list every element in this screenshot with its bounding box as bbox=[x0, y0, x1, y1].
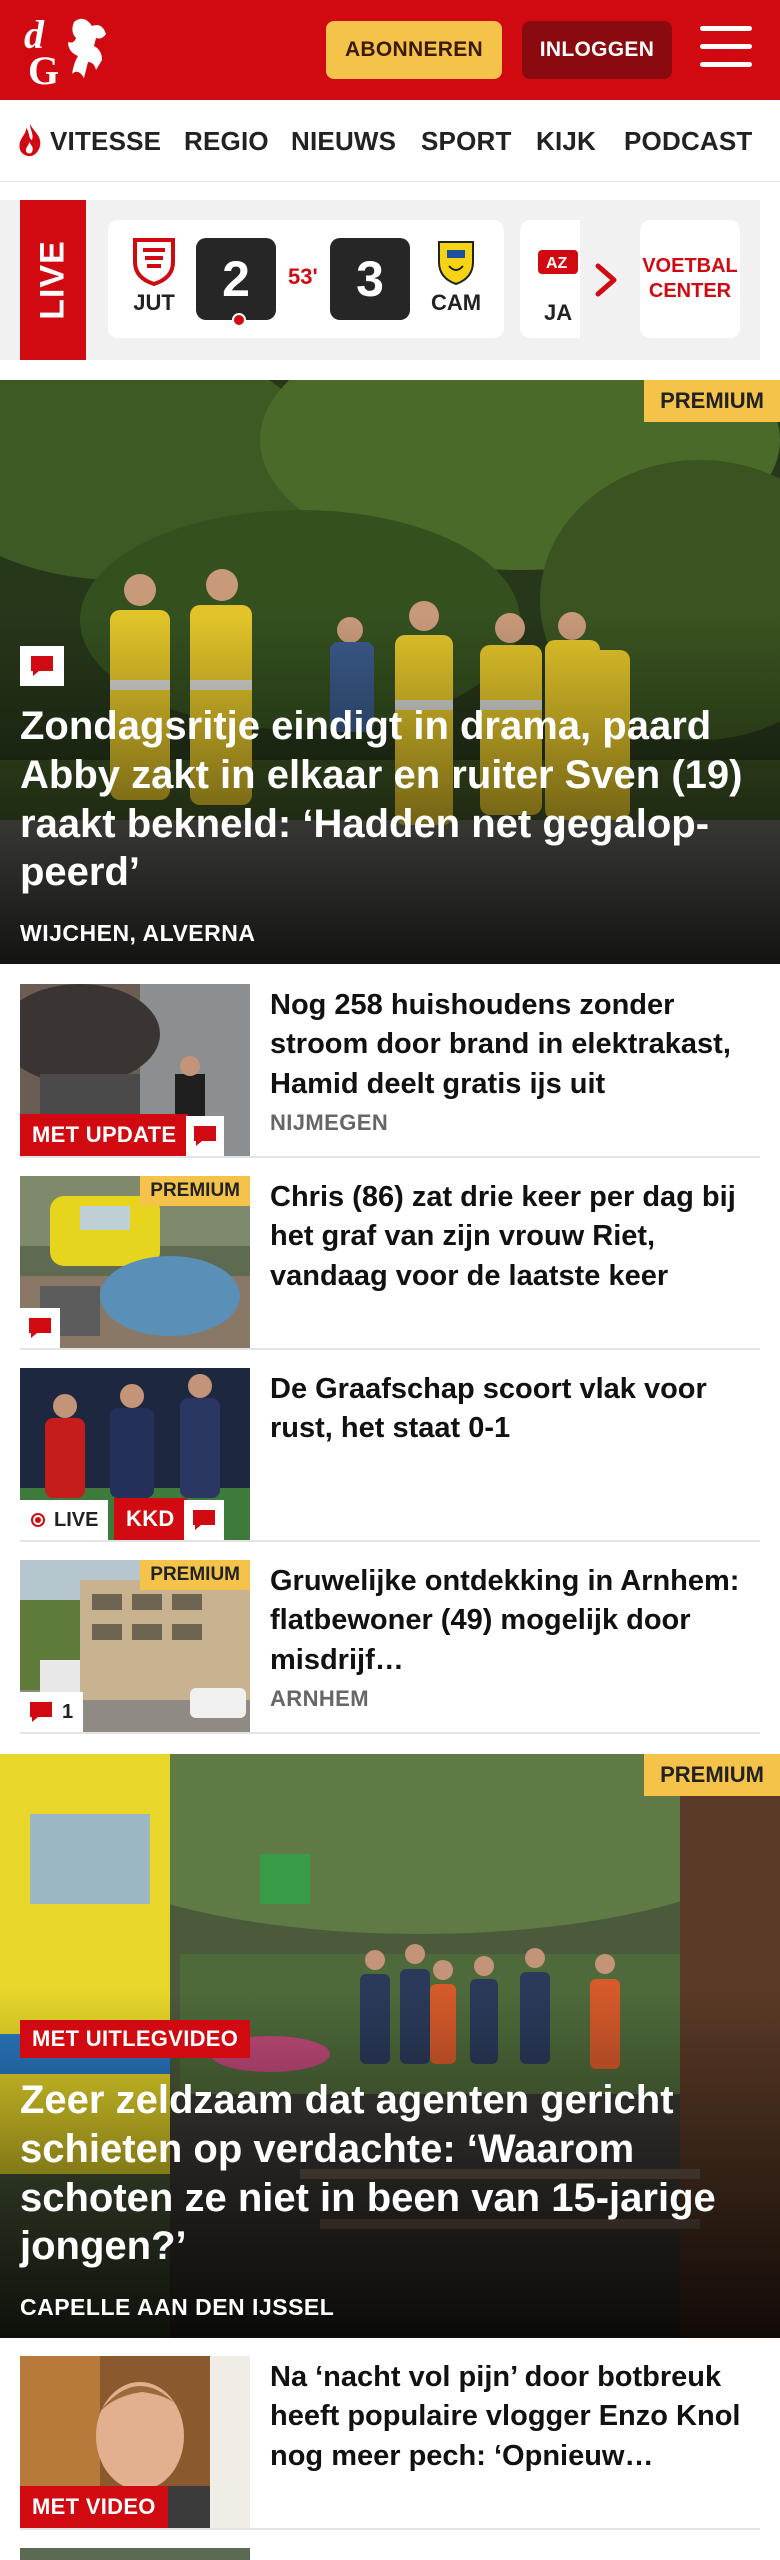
premium-badge: PREMIUM bbox=[140, 1176, 250, 1206]
comment-icon bbox=[30, 1702, 52, 1722]
possession-dot bbox=[232, 313, 246, 327]
nav-item-regio[interactable]: REGIO bbox=[184, 126, 269, 157]
premium-badge: PREMIUM bbox=[644, 1754, 780, 1796]
flame-icon bbox=[19, 124, 41, 157]
menu-icon[interactable] bbox=[700, 26, 752, 72]
list-item[interactable]: PREMIUM Chris (86) zat drie keer per dag… bbox=[20, 1176, 760, 1350]
next-team-abbr: JA bbox=[544, 300, 573, 325]
comment-icon bbox=[186, 1116, 224, 1156]
update-badge: MET UPDATE bbox=[20, 1114, 189, 1156]
svg-text:G: G bbox=[28, 48, 59, 88]
video-badge: MET VIDEO bbox=[20, 2486, 168, 2528]
subscribe-button[interactable]: ABONNEREN bbox=[326, 21, 502, 79]
main-navigation: VITESSE REGIO NIEUWS SPORT KIJK PODCAST bbox=[0, 100, 780, 182]
cambuur-crest-icon bbox=[438, 241, 474, 286]
comment-icon bbox=[184, 1500, 224, 1540]
nav-item-kijk[interactable]: KIJK bbox=[536, 126, 596, 157]
nav-item-podcast[interactable]: PODCAST bbox=[624, 126, 753, 157]
hero-1-location: WIJCHEN, ALVERNA bbox=[20, 920, 256, 946]
site-logo[interactable]: d G bbox=[22, 12, 118, 93]
next-match-card[interactable]: AZ JA bbox=[520, 220, 580, 338]
premium-badge: PREMIUM bbox=[140, 1560, 250, 1590]
list-item[interactable]: PREMIUM 1 Gruwelijke ontdekking in Arnhe… bbox=[20, 1560, 760, 1734]
comment-count: 1 bbox=[20, 1692, 84, 1732]
hero-2-location: CAPELLE AAN DEN IJSSEL bbox=[20, 2294, 335, 2320]
article-headline[interactable]: Gruwelijke ontdekking in Arnhem: flatbew… bbox=[270, 1562, 760, 1680]
hero-article-2[interactable]: PREMIUM MET UITLEGVIDEO Zeer zeldzaam da… bbox=[0, 1754, 780, 2338]
nav-item-nieuws[interactable]: NIEUWS bbox=[291, 126, 396, 157]
premium-badge: PREMIUM bbox=[644, 380, 780, 422]
list-item[interactable]: MET UPDATE Nog 258 huishoudens zonder st… bbox=[20, 984, 760, 1158]
article-location: ARNHEM bbox=[270, 1686, 369, 1711]
live-score-bar: LIVE JUT 2 53' 3 CAM AZ JA VOETBAL CENTE… bbox=[0, 200, 760, 360]
list-item[interactable]: MET VIDEO Na ‘nacht vol pijn’ door botbr… bbox=[20, 2356, 760, 2530]
kkd-badge: KKD bbox=[114, 1498, 187, 1540]
home-score: 2 bbox=[196, 238, 276, 327]
nav-item-sport[interactable]: SPORT bbox=[421, 126, 512, 157]
login-button[interactable]: INLOGGEN bbox=[522, 21, 672, 79]
site-header: d G ABONNEREN INLOGGEN bbox=[0, 0, 780, 100]
article-thumbnail: MET UPDATE bbox=[20, 984, 250, 1156]
article-thumbnail: MET VIDEO bbox=[20, 2356, 250, 2528]
article-headline[interactable]: De Graafschap scoort vlak voor rust, het… bbox=[270, 1370, 760, 1449]
hero-1-headline[interactable]: Zondagsritje eindigt in drama, paard Abb… bbox=[20, 702, 760, 897]
away-team: CAM bbox=[424, 236, 488, 316]
jong-twente-crest-icon bbox=[133, 238, 175, 286]
article-headline[interactable]: Chris (86) zat drie keer per dag bij het… bbox=[270, 1178, 760, 1296]
hero-2-headline[interactable]: Zeer zeldzaam dat agenten gericht schiet… bbox=[20, 2076, 760, 2271]
home-team: JUT bbox=[122, 236, 186, 316]
live-dot-icon bbox=[31, 1513, 45, 1527]
live-indicator: LIVE bbox=[20, 1500, 109, 1540]
svg-text:AZ: AZ bbox=[546, 255, 568, 272]
article-thumbnail: LIVE KKD bbox=[20, 1368, 250, 1540]
match-card[interactable]: JUT 2 53' 3 CAM bbox=[108, 220, 504, 338]
video-badge: MET UITLEGVIDEO bbox=[20, 2020, 251, 2058]
article-thumbnail: PREMIUM 1 bbox=[20, 1560, 250, 1732]
nav-item-vitesse[interactable]: VITESSE bbox=[50, 126, 161, 157]
match-minute: 53' bbox=[288, 264, 318, 289]
az-crest-icon: AZ bbox=[538, 250, 578, 274]
comment-icon bbox=[20, 1308, 60, 1348]
article-headline[interactable]: Nog 258 huishoudens zonder stroom door b… bbox=[270, 986, 760, 1104]
article-thumbnail: PREMIUM bbox=[20, 1176, 250, 1348]
next-article-thumbnail bbox=[20, 2548, 250, 2560]
hero-article-1[interactable]: PREMIUM Zondagsritje eindigt in drama, p… bbox=[0, 380, 780, 964]
voetbal-center-button[interactable]: VOETBAL CENTER bbox=[640, 220, 740, 338]
list-item[interactable]: LIVE KKD De Graafschap scoort vlak voor … bbox=[20, 1368, 760, 1542]
away-score: 3 bbox=[330, 238, 410, 320]
live-label: LIVE bbox=[20, 200, 86, 360]
article-location: NIJMEGEN bbox=[270, 1110, 389, 1135]
chevron-right-icon[interactable] bbox=[586, 260, 626, 300]
comment-icon bbox=[20, 646, 64, 686]
article-headline[interactable]: Na ‘nacht vol pijn’ door botbreuk heeft … bbox=[270, 2358, 760, 2476]
